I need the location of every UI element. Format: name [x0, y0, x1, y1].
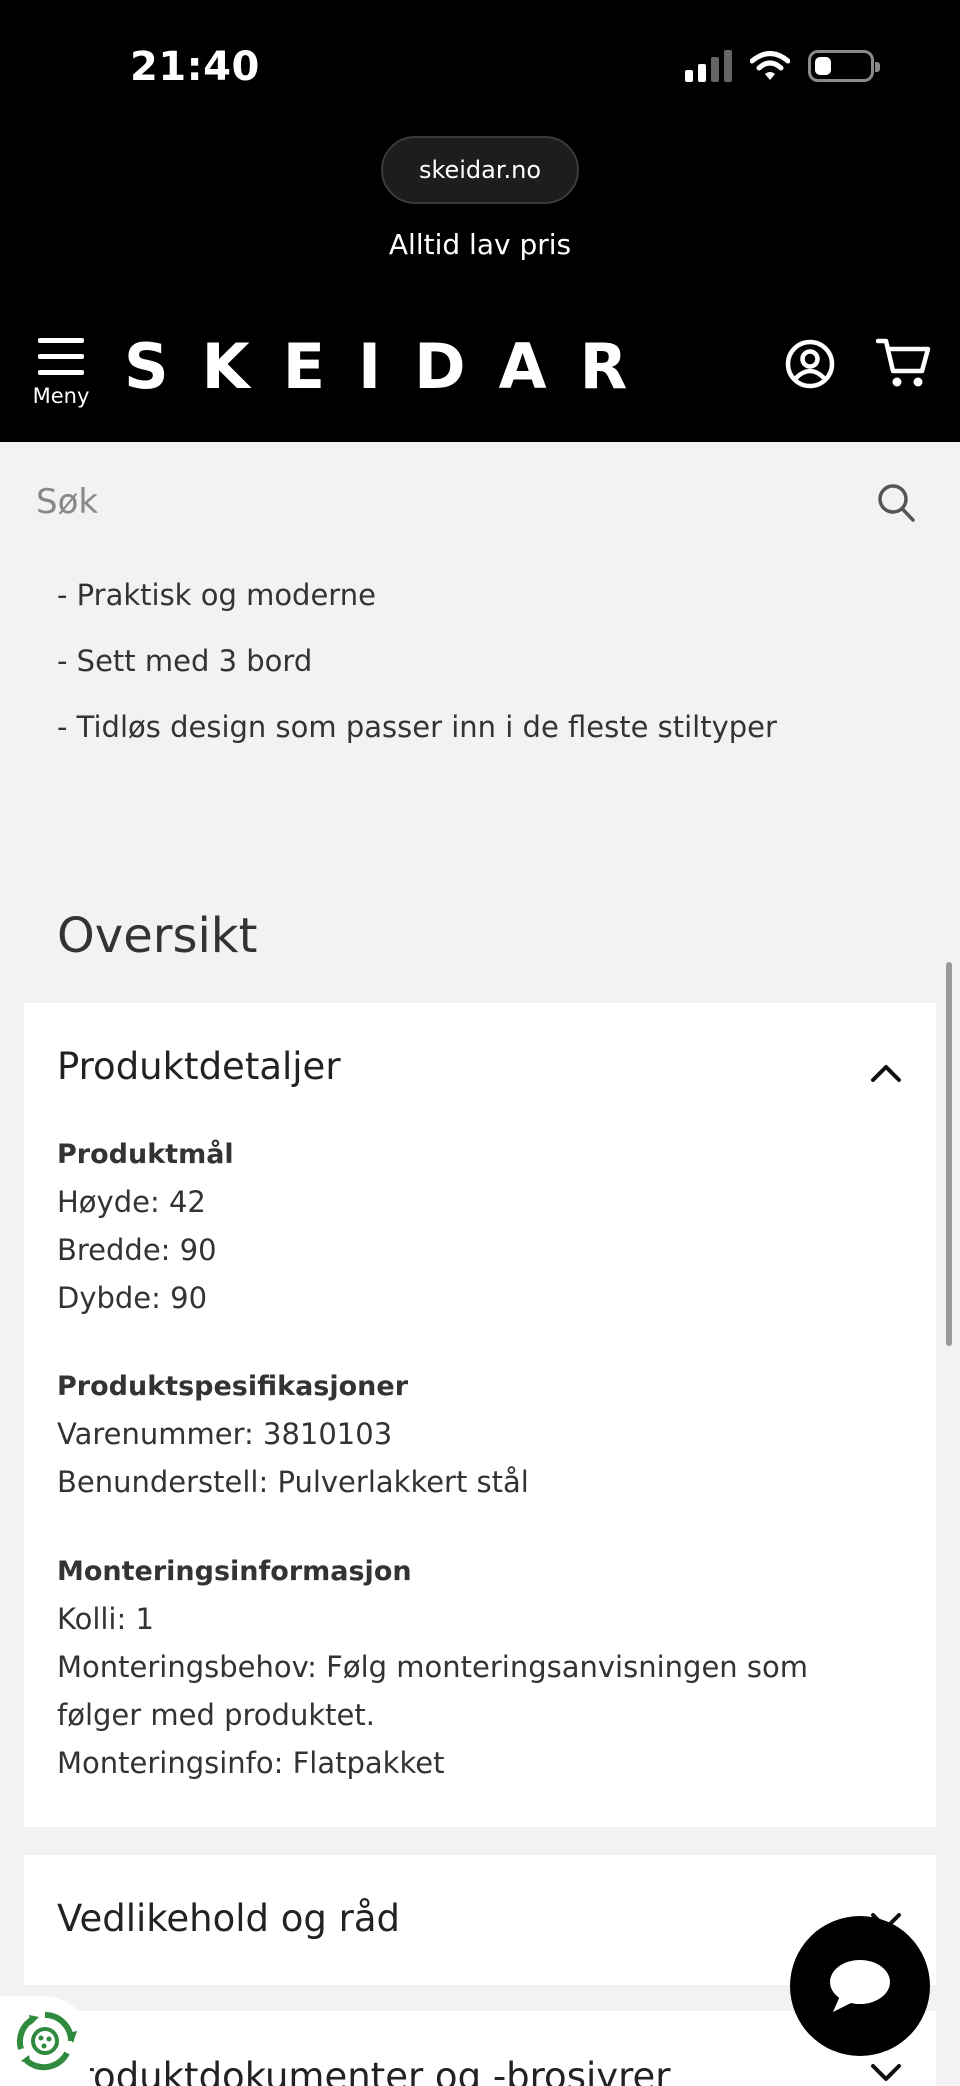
detail-section-assembly: Monteringsinformasjon Kolli: 1 Montering…: [57, 1549, 808, 1787]
chat-button[interactable]: [790, 1916, 930, 2056]
recycle-icon: [16, 2012, 77, 2071]
feature-list: - Praktisk og moderne - Sett med 3 bord …: [57, 578, 777, 776]
chat-icon: [830, 1960, 890, 2012]
detail-section-specifications: Produktspesifikasjoner Varenummer: 38101…: [57, 1364, 529, 1506]
site-logo[interactable]: SKEIDAR: [124, 330, 660, 403]
status-time: 21:40: [130, 44, 260, 90]
detail-heading: Monteringsinformasjon: [57, 1556, 412, 1587]
detail-line: Monteringsinfo: Flatpakket: [57, 1746, 445, 1780]
menu-label: Meny: [32, 384, 90, 408]
detail-heading: Produktspesifikasjoner: [57, 1371, 409, 1402]
eco-badge[interactable]: [0, 1996, 90, 2086]
battery-icon: [808, 50, 880, 82]
detail-line: Benunderstell: Pulverlakkert stål: [57, 1465, 529, 1499]
product-details-accordion: Produktdetaljer Produktmål Høyde: 42 Bre…: [24, 1003, 936, 1827]
detail-line: Monteringsbehov: Følg monteringsanvisnin…: [57, 1650, 808, 1684]
search-input[interactable]: [36, 472, 856, 532]
menu-button[interactable]: Meny: [26, 338, 96, 408]
hamburger-icon: [38, 338, 84, 375]
product-details-header[interactable]: Produktdetaljer: [57, 1045, 341, 1088]
feature-item: - Praktisk og moderne: [57, 578, 376, 612]
search-icon[interactable]: [876, 482, 916, 524]
cart-icon[interactable]: [876, 336, 932, 390]
detail-section-dimensions: Produktmål Høyde: 42 Bredde: 90 Dybde: 9…: [57, 1132, 234, 1322]
detail-line: Høyde: 42: [57, 1185, 206, 1219]
detail-line: Kolli: 1: [57, 1602, 154, 1636]
detail-line: Bredde: 90: [57, 1233, 217, 1267]
overview-title: Oversikt: [57, 908, 258, 964]
detail-line: Varenummer: 3810103: [57, 1417, 393, 1451]
detail-line: følger med produktet.: [57, 1698, 375, 1732]
wifi-icon: [750, 51, 790, 80]
tagline: Alltid lav pris: [388, 228, 572, 261]
chevron-up-icon[interactable]: [870, 1063, 902, 1083]
detail-line: Dybde: 90: [57, 1281, 208, 1315]
site-header: 21:40 skeidar.no Alltid lav pris Meny SK…: [0, 0, 960, 442]
feature-item: - Sett med 3 bord: [57, 644, 313, 678]
status-icons: [685, 50, 880, 82]
browser-url[interactable]: skeidar.no: [381, 136, 579, 204]
signal-icon: [685, 50, 732, 82]
user-icon[interactable]: [784, 338, 836, 390]
feature-item: - Tidløs design som passer inn i de fles…: [57, 710, 777, 744]
search-bar: [0, 442, 960, 566]
scrollbar[interactable]: [946, 962, 952, 1346]
chevron-down-icon[interactable]: [870, 2063, 902, 2083]
care-header[interactable]: Vedlikehold og råd: [57, 1897, 400, 1940]
detail-heading: Produktmål: [57, 1139, 234, 1170]
documents-header[interactable]: Produktdokumenter og -brosjyrer: [57, 2055, 671, 2086]
